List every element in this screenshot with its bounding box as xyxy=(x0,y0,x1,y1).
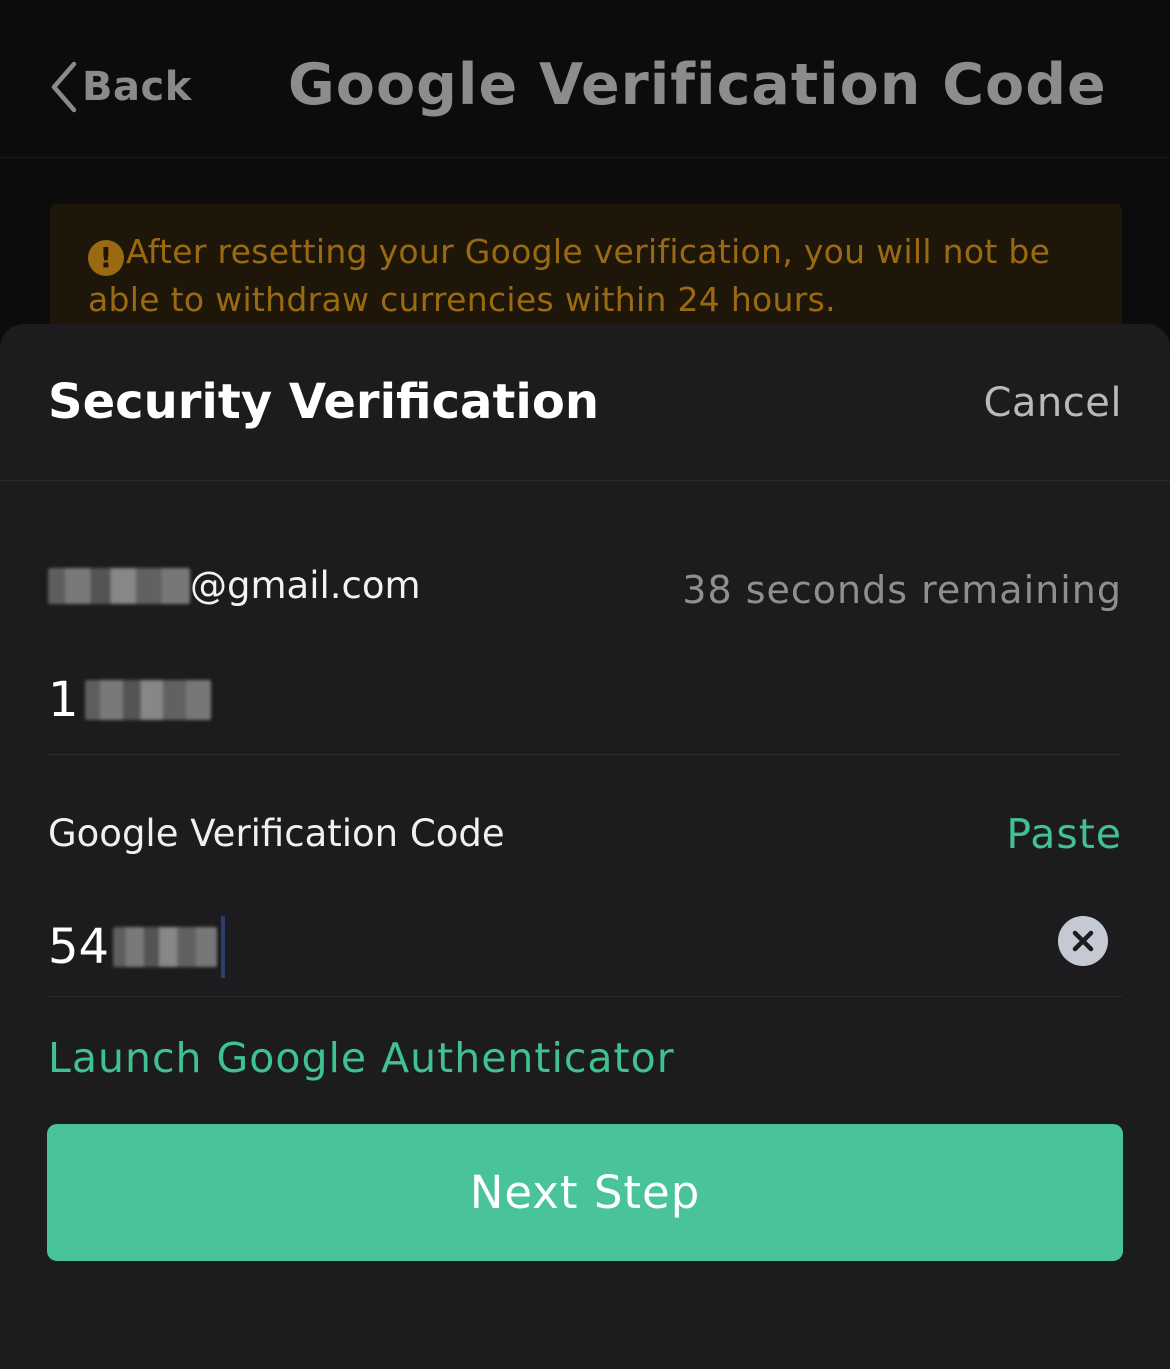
google-code-label: Google Verification Code xyxy=(48,812,505,855)
sheet-title: Security Verification xyxy=(48,374,599,430)
divider xyxy=(48,996,1122,997)
warning-banner: ! After resetting your Google verificatio… xyxy=(50,204,1122,334)
cancel-button[interactable]: Cancel xyxy=(983,380,1122,426)
redacted-email-prefix xyxy=(48,567,190,604)
email-address: @gmail.com xyxy=(48,564,421,607)
clear-input-button[interactable] xyxy=(1058,916,1108,966)
email-code-input[interactable]: 1 xyxy=(48,672,211,728)
text-caret xyxy=(221,916,226,978)
paste-button[interactable]: Paste xyxy=(1006,810,1122,858)
next-step-button[interactable]: Next Step xyxy=(47,1124,1123,1261)
nav-bar: Back Google Verification Code xyxy=(0,0,1170,158)
close-icon xyxy=(1072,930,1094,952)
screen: Back Google Verification Code ! After res… xyxy=(0,0,1170,1369)
redacted-email-code xyxy=(84,680,211,720)
chevron-left-icon xyxy=(51,61,77,113)
sheet-header: Security Verification Cancel xyxy=(0,324,1170,481)
google-code-visible: 54 xyxy=(48,919,110,975)
security-verification-sheet: Security Verification Cancel @gmail.com … xyxy=(0,324,1170,1369)
email-suffix: @gmail.com xyxy=(190,564,421,607)
page-title: Google Verification Code xyxy=(288,52,1107,118)
launch-authenticator-link[interactable]: Launch Google Authenticator xyxy=(48,1034,675,1082)
back-label: Back xyxy=(82,64,192,110)
alert-icon: ! xyxy=(88,240,124,276)
email-row: @gmail.com 38 seconds remaining xyxy=(48,564,1122,624)
divider xyxy=(48,754,1122,755)
countdown-timer: 38 seconds remaining xyxy=(682,568,1122,612)
email-code-visible: 1 xyxy=(48,672,79,728)
redacted-google-code xyxy=(113,927,218,967)
back-button[interactable]: Back xyxy=(48,58,192,116)
warning-text: After resetting your Google verification… xyxy=(88,232,1051,319)
next-step-label: Next Step xyxy=(469,1166,701,1219)
google-code-input[interactable]: 54 xyxy=(48,908,1122,998)
